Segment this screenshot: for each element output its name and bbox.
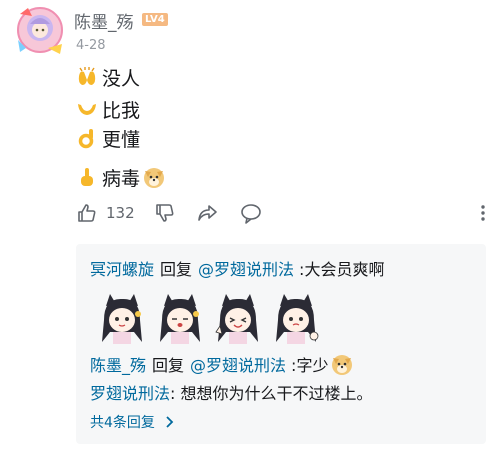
anime-cat-girl-sticker: [160, 294, 200, 344]
reply-text: :大会员爽啊: [299, 260, 385, 279]
point-up-emoji: [81, 168, 93, 186]
total-replies-label: 共4条回复: [90, 415, 155, 431]
anime-cat-girl-sticker: [102, 294, 142, 344]
reply-text: : 想想你为什么干不过楼上。: [170, 384, 373, 403]
like-button[interactable]: 132: [76, 202, 135, 224]
chevron-right-icon: [166, 416, 174, 428]
doge-icon: [332, 355, 353, 375]
comment-text: 比我: [102, 99, 141, 122]
sticker-row: [96, 292, 322, 346]
reply-bubble-icon: [241, 204, 261, 224]
reply-item[interactable]: 冥河螺旋 回复 @罗翅说刑法 :大会员爽啊: [90, 256, 384, 280]
share-icon: [198, 205, 217, 221]
comment-line: 病毒: [76, 163, 166, 191]
comment-actions: 132: [76, 202, 486, 228]
reply-username[interactable]: 陈墨_殇: [90, 352, 146, 376]
thumbs-up-icon: [78, 204, 96, 222]
reply-username[interactable]: 冥河螺旋: [90, 256, 154, 280]
comment-text: 没人: [102, 67, 141, 90]
more-options-button[interactable]: [480, 204, 486, 226]
level-badge: LV4: [142, 13, 168, 26]
share-button[interactable]: [196, 202, 218, 224]
anime-cat-girl-sticker: [215, 294, 258, 344]
avatar[interactable]: [14, 4, 66, 56]
thumbs-down-icon: [156, 204, 174, 222]
like-count: 132: [106, 204, 135, 222]
comment-date: 4-28: [76, 38, 106, 53]
ok-hand-emoji: [78, 129, 94, 149]
reply-verb: 回复: [160, 260, 193, 279]
reply-panel: 冥河螺旋 回复 @罗翅说刑法 :大会员爽啊 陈墨_殇 回复 @罗翅说刑法:字少…: [76, 244, 486, 444]
reply-button[interactable]: [239, 202, 263, 226]
comment-text: 病毒: [102, 167, 141, 190]
comment-line: 更懂: [76, 124, 140, 152]
reply-item[interactable]: 罗翅说刑法 : 想想你为什么干不过楼上。: [90, 380, 373, 404]
reply-mention[interactable]: @罗翅说刑法: [190, 352, 286, 376]
reply-item[interactable]: 陈墨_殇 回复 @罗翅说刑法 :字少: [90, 352, 354, 376]
comment-text: 更懂: [102, 128, 141, 151]
hands-emoji: [78, 104, 96, 115]
dislike-button[interactable]: [154, 202, 176, 224]
reply-mention[interactable]: @罗翅说刑法: [198, 256, 294, 280]
clap-emoji: [78, 67, 96, 85]
more-vertical-icon: [481, 205, 485, 221]
comment-line: 没人: [76, 63, 140, 91]
reply-text: :字少: [291, 356, 329, 375]
reply-verb: 回复: [152, 356, 185, 375]
anime-cat-girl-sticker: [276, 294, 319, 344]
reply-username[interactable]: 罗翅说刑法: [90, 380, 170, 404]
doge-icon: [144, 168, 165, 188]
comment-line: 比我: [76, 95, 140, 123]
username[interactable]: 陈墨_殇: [74, 8, 134, 33]
view-all-replies-link[interactable]: 共4条回复: [90, 412, 177, 432]
